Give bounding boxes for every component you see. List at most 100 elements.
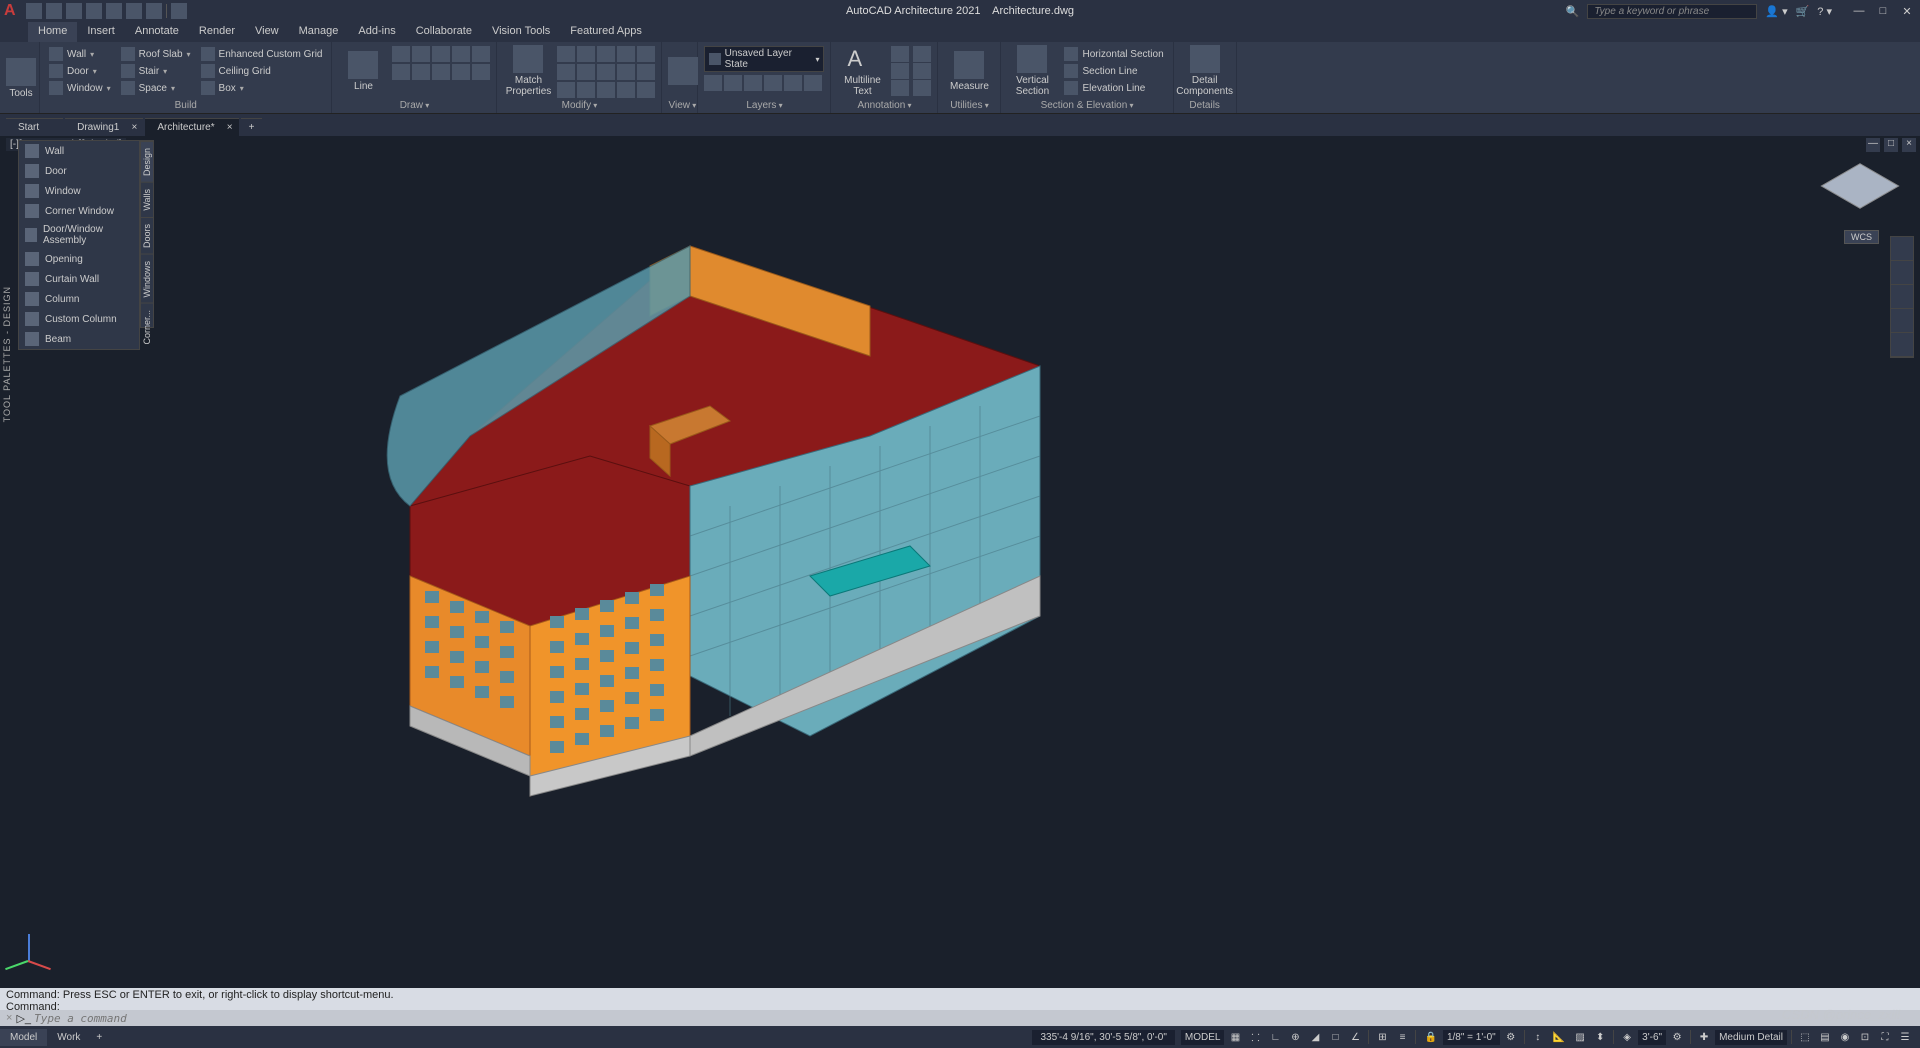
qat-plot-icon[interactable] [106,3,122,19]
modify-icon[interactable] [637,46,655,62]
space-button[interactable]: Space [118,80,194,96]
modify-icon[interactable] [597,82,615,98]
dyn-icon[interactable]: ⊞ [1373,1030,1391,1045]
modify-icon[interactable] [637,82,655,98]
wcs-label[interactable]: WCS [1844,230,1879,244]
tab-view[interactable]: View [245,22,289,42]
modify-icon[interactable] [617,46,635,62]
pal-beam[interactable]: Beam [19,329,139,349]
vp-min-icon[interactable]: — [1866,138,1880,152]
tab-home[interactable]: Home [28,22,77,42]
pal-corner-window[interactable]: Corner Window [19,201,139,221]
nav-pan-icon[interactable] [1891,261,1913,285]
anno-icon[interactable] [891,80,909,96]
door-button[interactable]: Door [46,63,114,79]
qp-icon[interactable]: ▤ [1816,1030,1834,1045]
draw-icon[interactable] [452,46,470,62]
pal-column[interactable]: Column [19,289,139,309]
elev-icon[interactable]: 📐 [1549,1030,1569,1045]
otrack-icon[interactable]: ∠ [1346,1030,1364,1045]
panel-utilities-label[interactable]: Utilities [944,98,994,113]
viewport[interactable]: [-][NE Isometric][Shaded] —□× TOOL PALET… [0,136,1920,988]
modify-icon[interactable] [577,82,595,98]
command-input[interactable] [34,1012,1914,1025]
anno-icon[interactable] [891,46,909,62]
qat-share-icon[interactable] [171,3,187,19]
nav-orbit-icon[interactable] [1891,309,1913,333]
cut-plane-icon[interactable]: ✚ [1695,1030,1713,1045]
draw-icon[interactable] [392,46,410,62]
vp-max-icon[interactable]: □ [1884,138,1898,152]
stair-button[interactable]: Stair [118,63,194,79]
osnap-icon[interactable]: □ [1326,1030,1344,1045]
nav-showmotion-icon[interactable] [1891,333,1913,357]
view-button[interactable] [668,44,698,98]
nav-wheel-icon[interactable] [1891,237,1913,261]
scale-icon[interactable]: 🔒 [1420,1030,1440,1045]
building-model[interactable] [310,176,1070,816]
elevation-value[interactable]: 3'-6" [1638,1030,1666,1045]
layer-state-combo[interactable]: Unsaved Layer State [704,46,824,72]
hardware-icon[interactable]: ⊡ [1856,1030,1874,1045]
qat-new-icon[interactable] [26,3,42,19]
matchprops-button[interactable]: Match Properties [503,44,553,98]
qat-saveas-icon[interactable] [86,3,102,19]
detail-level[interactable]: Medium Detail [1715,1030,1787,1045]
modify-icon[interactable] [577,64,595,80]
filetab-start[interactable]: Start [6,118,63,136]
panel-view-label[interactable]: View [668,98,691,113]
modify-icon[interactable] [637,64,655,80]
filetab-new[interactable]: + [241,118,263,136]
wall-button[interactable]: Wall [46,46,114,62]
sidetab-corner[interactable]: Corner... [141,303,153,351]
draw-icon[interactable] [392,64,410,80]
box-button[interactable]: Box [198,80,326,96]
panel-section-label[interactable]: Section & Elevation [1007,98,1166,113]
maximize-button[interactable]: □ [1874,5,1892,18]
tab-addins[interactable]: Add-ins [348,22,405,42]
tab-render[interactable]: Render [189,22,245,42]
customgrid-button[interactable]: Enhanced Custom Grid [198,46,326,62]
pal-wall[interactable]: Wall [19,141,139,161]
qat-save-icon[interactable] [66,3,82,19]
surf-hatch-icon[interactable]: ▨ [1571,1030,1589,1045]
modify-icon[interactable] [557,82,575,98]
tab-visiontools[interactable]: Vision Tools [482,22,560,42]
nav-zoom-icon[interactable] [1891,285,1913,309]
elevation-line-button[interactable]: Elevation Line [1061,80,1166,96]
filetab-architecture[interactable]: Architecture*× [145,118,238,136]
signin-icon[interactable]: 👤 ▾ [1765,5,1787,18]
anno-icon[interactable] [913,63,931,79]
measure-button[interactable]: Measure [944,44,994,98]
sidetab-walls[interactable]: Walls [141,182,153,217]
customize-icon[interactable]: ☰ [1896,1030,1914,1045]
elev-icon2[interactable]: ⬍ [1591,1030,1609,1045]
units-icon[interactable]: ⬚ [1796,1030,1814,1045]
ucs-icon[interactable] [10,938,52,980]
qat-undo-icon[interactable] [126,3,142,19]
gear-icon[interactable]: ⚙ [1502,1030,1520,1045]
panel-layers-label[interactable]: Layers [704,98,824,113]
draw-icon[interactable] [452,64,470,80]
autodesk-app-icon[interactable]: 🛒 [1796,5,1810,18]
clean-icon[interactable]: ⛶ [1876,1030,1894,1045]
pal-curtain-wall[interactable]: Curtain Wall [19,269,139,289]
panel-draw-label[interactable]: Draw [338,98,490,113]
pal-window[interactable]: Window [19,181,139,201]
qat-redo-icon[interactable] [146,3,162,19]
scale-value[interactable]: 1/8" = 1'-0" [1443,1030,1500,1045]
search-icon[interactable]: 🔍 [1566,5,1580,18]
palette-title[interactable]: TOOL PALETTES - DESIGN [2,286,16,422]
pal-door[interactable]: Door [19,161,139,181]
viewcube[interactable]: WCS [1830,156,1890,216]
draw-icon[interactable] [412,46,430,62]
tab-insert[interactable]: Insert [77,22,125,42]
layer-iso-icon[interactable]: ◈ [1618,1030,1636,1045]
panel-modify-label[interactable]: Modify [503,98,655,113]
pal-opening[interactable]: Opening [19,249,139,269]
replace-z-icon[interactable]: ↕ [1529,1030,1547,1045]
pal-custom-column[interactable]: Custom Column [19,309,139,329]
ortho-icon[interactable]: ∟ [1266,1030,1284,1045]
qat-open-icon[interactable] [46,3,62,19]
layout-work[interactable]: Work [47,1029,90,1046]
